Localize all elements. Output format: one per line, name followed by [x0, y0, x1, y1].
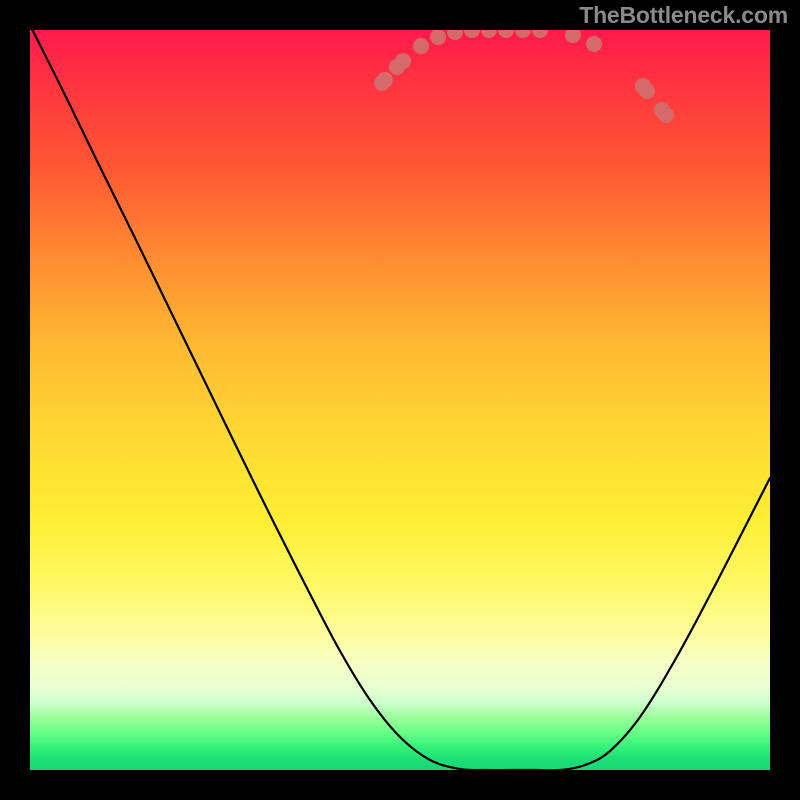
data-marker [498, 30, 514, 38]
data-marker [532, 30, 548, 38]
data-marker [447, 30, 463, 40]
watermark-text: TheBottleneck.com [579, 2, 788, 29]
curve-layer [30, 30, 770, 770]
data-marker [586, 36, 602, 52]
marker-layer [374, 30, 674, 123]
data-marker [374, 75, 390, 91]
data-marker [639, 83, 655, 99]
data-marker [464, 30, 480, 38]
data-marker [395, 53, 411, 69]
data-marker [565, 30, 581, 43]
data-marker [413, 38, 429, 54]
chart-svg [30, 30, 770, 770]
data-marker [430, 30, 446, 45]
bottleneck-curve [30, 30, 770, 770]
data-marker [481, 30, 497, 38]
data-marker [654, 102, 670, 118]
data-marker [515, 30, 531, 38]
chart-frame [30, 30, 770, 770]
